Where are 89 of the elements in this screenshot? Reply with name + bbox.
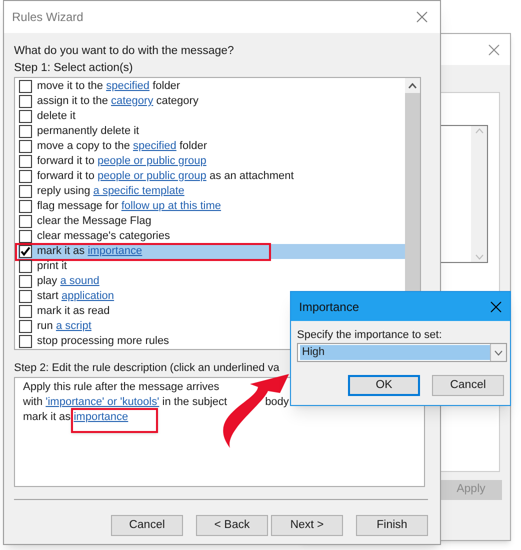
action-label: move it to the	[37, 79, 104, 94]
action-row[interactable]: assign it to the category category	[18, 94, 405, 109]
checkbox[interactable]	[19, 260, 32, 273]
checkbox[interactable]	[19, 215, 32, 228]
description-text: in the subject	[161, 395, 228, 410]
checkbox[interactable]	[19, 335, 32, 348]
action-label: start	[37, 289, 60, 304]
checkbox[interactable]	[19, 80, 32, 93]
step2-label: Step 2: Edit the rule description (click an underlined va	[14, 361, 280, 376]
action-row[interactable]: clear the Message Flag	[18, 214, 405, 229]
action-label: as an attachment	[208, 169, 294, 184]
action-label: permanently delete it	[37, 124, 140, 139]
checkbox[interactable]	[19, 230, 32, 243]
description-text: Apply this rule after the message arrives	[23, 380, 220, 395]
link[interactable]: specified	[106, 79, 150, 94]
action-label: play	[37, 274, 58, 289]
checkbox[interactable]	[19, 200, 32, 213]
checkbox[interactable]	[19, 320, 32, 333]
action-label: mark it as read	[37, 304, 110, 319]
link[interactable]: 'importance' or 'kutools'	[46, 395, 160, 410]
dialog-title: Importance	[299, 298, 360, 316]
action-label: clear message's categories	[37, 229, 170, 244]
checkbox[interactable]	[19, 170, 32, 183]
checkbox[interactable]	[19, 275, 32, 288]
action-label: move a copy to the	[37, 139, 131, 154]
wizard-button[interactable]: Finish	[356, 515, 428, 536]
link[interactable]: specified	[133, 139, 176, 154]
close-icon[interactable]	[488, 44, 500, 56]
checkbox[interactable]	[19, 95, 32, 108]
checkbox[interactable]	[19, 155, 32, 168]
wizard-button[interactable]: < Back	[196, 515, 268, 536]
action-row[interactable]: delete it	[18, 109, 405, 124]
link[interactable]: category	[111, 94, 154, 109]
action-label: run	[37, 319, 54, 334]
checkbox[interactable]	[19, 245, 32, 258]
action-row[interactable]: print it	[18, 259, 405, 274]
action-label: stop processing more rules	[37, 334, 170, 349]
action-row[interactable]: forward it to people or public group	[18, 154, 405, 169]
action-row[interactable]: permanently delete it	[18, 124, 405, 139]
action-label: delete it	[37, 109, 76, 124]
description-text: with	[23, 395, 44, 410]
link[interactable]: people or public group	[98, 154, 206, 169]
action-row[interactable]: move a copy to the specified folder	[18, 139, 405, 154]
link[interactable]: importance	[74, 411, 128, 423]
link[interactable]: people or public group	[98, 169, 206, 184]
importance-select[interactable]: High	[297, 343, 507, 362]
checkbox[interactable]	[19, 110, 32, 123]
link[interactable]: follow up at this time	[121, 199, 222, 214]
close-icon[interactable]	[416, 11, 428, 23]
step1-label: Step 1: Select action(s)	[14, 61, 133, 76]
action-row[interactable]: play a sound	[18, 274, 405, 289]
action-row[interactable]: reply using a specific template	[18, 184, 405, 199]
window-title: Rules Wizard	[12, 9, 84, 26]
action-label: category	[155, 94, 198, 109]
dialog-button[interactable]: OK	[348, 375, 420, 396]
question-label: What do you want to do with the message?	[14, 44, 234, 59]
action-label: clear the Message Flag	[37, 214, 152, 229]
action-label: mark it as	[37, 244, 86, 259]
dialog-button[interactable]: Cancel	[432, 375, 504, 396]
wizard-button[interactable]: Cancel	[111, 515, 183, 536]
action-label: reply using	[37, 184, 92, 199]
checkbox[interactable]	[19, 140, 32, 153]
checkbox[interactable]	[19, 185, 32, 198]
action-label: folder	[178, 139, 207, 154]
wizard-button[interactable]: Next >	[271, 515, 343, 536]
action-label: assign it to the	[37, 94, 109, 109]
checkbox[interactable]	[19, 305, 32, 318]
close-icon[interactable]	[490, 300, 502, 312]
description-text: mark it as	[23, 410, 72, 425]
action-label: folder	[152, 79, 180, 94]
action-row[interactable]: move it to the specified folder	[18, 79, 405, 94]
link[interactable]: application	[61, 289, 114, 304]
link[interactable]: a sound	[60, 274, 100, 289]
prompt-label: Specify the importance to set:	[297, 328, 442, 342]
action-label: forward it to	[37, 154, 96, 169]
checkbox[interactable]	[19, 290, 32, 303]
action-label: print it	[37, 259, 67, 274]
action-row[interactable]: flag message for follow up at this time	[18, 199, 405, 214]
description-text: body	[265, 395, 289, 410]
action-row[interactable]: clear message's categories	[18, 229, 405, 244]
action-row[interactable]: mark it as importance	[18, 244, 405, 259]
action-label: flag message for	[37, 199, 120, 214]
link[interactable]: a specific template	[93, 184, 184, 199]
checkmark-icon	[20, 246, 31, 257]
action-label: forward it to	[37, 169, 96, 184]
link[interactable]: a script	[56, 319, 92, 334]
action-row[interactable]: forward it to people or public group as an attachment	[18, 169, 405, 184]
checkbox[interactable]	[19, 125, 32, 138]
link[interactable]: importance	[88, 244, 142, 259]
